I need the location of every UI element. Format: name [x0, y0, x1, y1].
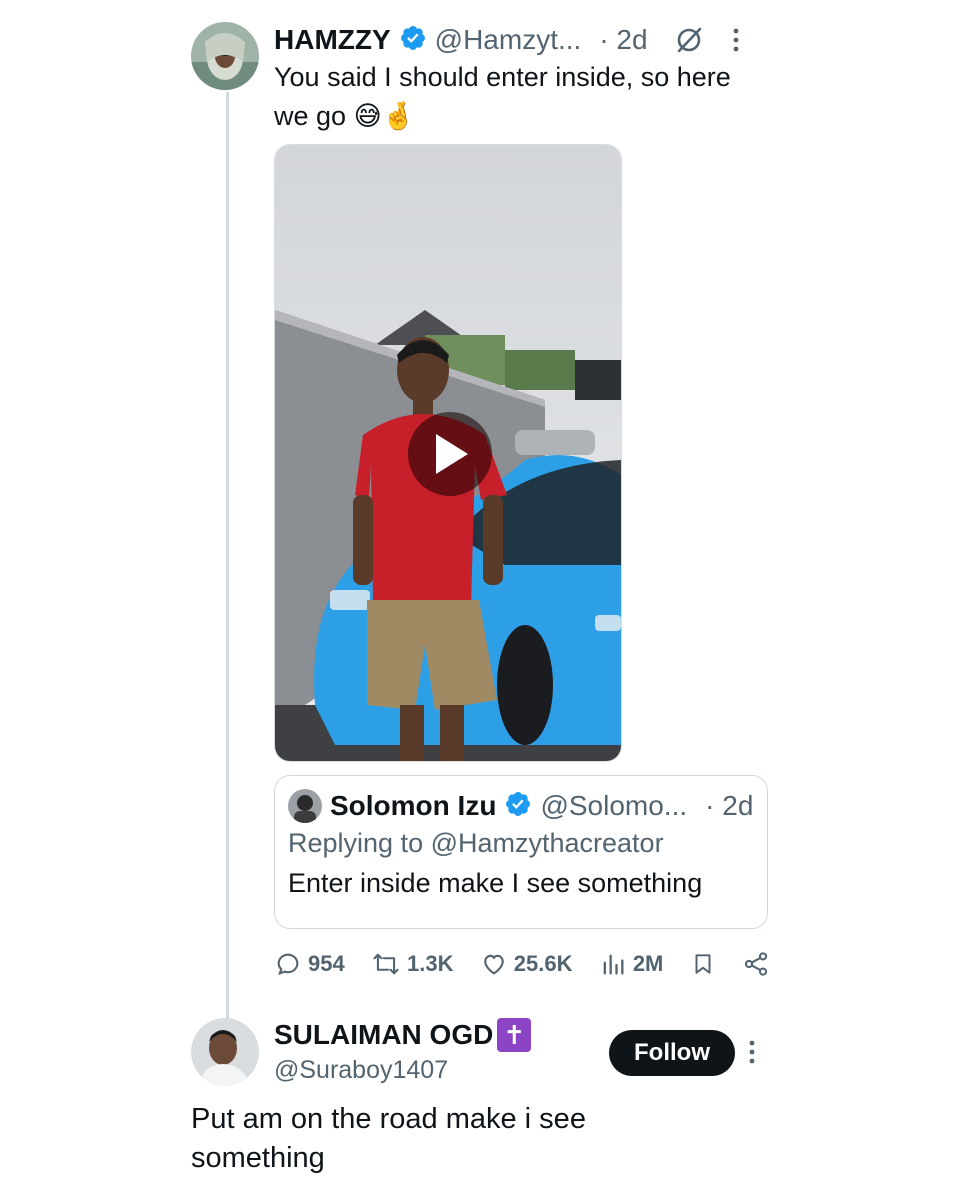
reply-count: 954: [308, 951, 345, 976]
action-bar: 954 1.3K 25.6K 2M: [274, 944, 770, 984]
follow-button[interactable]: Follow: [609, 1030, 735, 1076]
more-options-icon[interactable]: [748, 1038, 756, 1071]
bookmark-icon: [695, 954, 711, 974]
tweet-text-body: You said I should enter inside, so here …: [274, 62, 731, 131]
avatar[interactable]: [191, 1018, 259, 1086]
thread-line: [226, 92, 229, 1020]
quoted-author-handle: @Solomo...: [540, 790, 688, 821]
author-handle[interactable]: @Hamzyt...: [435, 24, 582, 56]
reply-author-handle[interactable]: @Suraboy1407: [274, 1056, 448, 1085]
like-button[interactable]: 25.6K: [480, 950, 573, 978]
repost-icon: [373, 953, 399, 975]
heart-icon: [483, 954, 504, 975]
tweet-text: You said I should enter inside, so here …: [274, 58, 744, 136]
timestamp[interactable]: · 2d: [599, 24, 647, 56]
views-button[interactable]: 2M: [599, 950, 664, 978]
reply-author-row: SULAIMAN OGD ✝: [274, 1018, 532, 1052]
author-name[interactable]: HAMZZY: [274, 24, 391, 56]
verified-badge-icon: [399, 24, 427, 57]
replying-to: Replying to @Hamzythacreator: [288, 828, 664, 858]
reply-button[interactable]: 954: [274, 950, 345, 978]
repost-button[interactable]: 1.3K: [371, 950, 454, 978]
view-count: 2M: [632, 951, 664, 976]
analytics-icon: [603, 954, 624, 975]
tweet-header: HAMZZY @Hamzyt... · 2d: [274, 20, 740, 60]
grok-icon[interactable]: [674, 25, 704, 55]
like-count: 25.6K: [513, 951, 573, 976]
reply-icon: [277, 953, 299, 976]
cross-badge-icon: ✝: [497, 1018, 532, 1052]
reply-text: Put am on the road make i see something: [191, 1103, 586, 1174]
more-options-icon[interactable]: [732, 26, 740, 54]
reply-author-name[interactable]: SULAIMAN OGD: [274, 1019, 493, 1051]
quoted-avatar: [288, 789, 322, 823]
quoted-author-name: Solomon Izu: [330, 790, 497, 821]
share-icon: [744, 952, 768, 976]
quoted-tweet-text: Enter inside make I see something: [288, 868, 703, 898]
quoted-timestamp: · 2d: [705, 790, 754, 821]
verified-badge-icon: [504, 790, 532, 823]
quoted-tweet-header: Solomon Izu @Solomo... · 2d: [288, 786, 753, 826]
repost-count: 1.3K: [407, 951, 454, 976]
play-icon[interactable]: [408, 412, 492, 496]
share-button[interactable]: [742, 950, 770, 978]
tweet-emoji: 😅🤞: [353, 101, 416, 131]
avatar[interactable]: [191, 22, 259, 90]
bookmark-button[interactable]: [690, 950, 716, 978]
